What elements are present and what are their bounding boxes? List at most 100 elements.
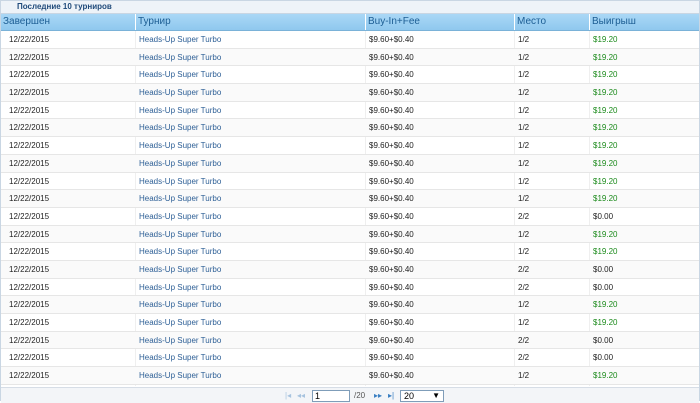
row-buyin: $9.60+$0.40 <box>369 247 414 257</box>
row-tournament-link[interactable]: Heads-Up Super Turbo <box>137 314 221 331</box>
row-tournament-link[interactable]: Heads-Up Super Turbo <box>137 66 221 83</box>
row-winnings: $19.20 <box>593 247 618 257</box>
row-winnings: $19.20 <box>593 318 618 327</box>
col-header-winnings[interactable]: Выигрыш <box>589 14 699 30</box>
row-date: 12/22/2015 <box>9 371 50 381</box>
col-header-place[interactable]: Место <box>514 14 589 30</box>
row-winnings: $0.00 <box>593 282 614 292</box>
row-buyin: $9.60+$0.40 <box>369 371 414 381</box>
row-place: 2/2 <box>518 264 530 274</box>
row-place: 1/2 <box>518 318 530 327</box>
row-date: 12/22/2015 <box>9 247 50 257</box>
row-tournament-link[interactable]: Heads-Up Super Turbo <box>137 190 221 207</box>
row-place: 1/2 <box>518 35 530 44</box>
row-place: 1/2 <box>518 123 530 133</box>
row-winnings: $0.00 <box>593 353 614 363</box>
last-page-icon[interactable]: ▸| <box>388 391 394 401</box>
row-tournament-link[interactable]: Heads-Up Super Turbo <box>137 296 221 313</box>
row-tournament-link[interactable]: Heads-Up Super Turbo <box>137 137 221 154</box>
row-place: 2/2 <box>518 211 530 221</box>
col-header-buyin[interactable]: Buy-In+Fee <box>365 14 514 30</box>
row-date: 12/22/2015 <box>9 353 50 363</box>
row-winnings: $19.20 <box>593 371 618 381</box>
row-winnings: $19.20 <box>593 35 618 44</box>
row-buyin: $9.60+$0.40 <box>369 70 414 80</box>
row-tournament-link[interactable]: Heads-Up Super Turbo <box>137 102 221 119</box>
table-row[interactable]: 12/22/2015 Heads-Up Super Turbo $9.60+$0.4… <box>1 84 699 102</box>
row-tournament-link[interactable]: Heads-Up Super Turbo <box>137 226 221 243</box>
row-tournament-link[interactable]: Heads-Up Super Turbo <box>137 349 221 366</box>
table-row[interactable]: 12/22/2015 Heads-Up Super Turbo $9.60+$0.4… <box>1 154 699 173</box>
row-place: 1/2 <box>518 371 530 381</box>
row-buyin: $9.60+$0.40 <box>369 282 414 292</box>
table-row[interactable]: 12/22/2015 Heads-Up Super Turbo $9.60+$0.4… <box>1 331 699 350</box>
table-row[interactable]: 12/22/2015 Heads-Up Super Turbo $9.60+$0.4… <box>1 137 699 155</box>
row-place: 1/2 <box>518 52 530 62</box>
row-place: 1/2 <box>518 300 530 310</box>
row-tournament-link[interactable]: Heads-Up Super Turbo <box>137 119 221 136</box>
table-row[interactable]: 12/22/2015 Heads-Up Super Turbo $9.60+$0.4… <box>1 314 699 332</box>
row-buyin: $9.60+$0.40 <box>369 229 414 239</box>
row-date: 12/22/2015 <box>9 335 50 345</box>
row-tournament-link[interactable]: Heads-Up Super Turbo <box>137 243 221 260</box>
table-row[interactable]: 12/22/2015 Heads-Up Super Turbo $9.60+$0.4… <box>1 119 699 138</box>
row-tournament-link[interactable]: Heads-Up Super Turbo <box>137 332 221 349</box>
row-buyin: $9.60+$0.40 <box>369 300 414 310</box>
row-tournament-link[interactable]: Heads-Up Super Turbo <box>137 155 221 172</box>
row-buyin: $9.60+$0.40 <box>369 123 414 133</box>
row-tournament-link[interactable]: Heads-Up Super Turbo <box>137 173 221 190</box>
table-row[interactable]: 12/22/2015 Heads-Up Super Turbo $9.60+$0.4… <box>1 243 699 261</box>
col-header-tournament[interactable]: Турнир <box>135 14 365 30</box>
tournament-history-panel: Последние 10 турниров Завершен Турнир Bu… <box>0 0 700 403</box>
first-page-icon[interactable]: |◂ <box>285 391 291 401</box>
row-winnings: $19.20 <box>593 194 618 204</box>
prev-page-icon[interactable]: ◂◂ <box>297 391 305 401</box>
col-header-completed[interactable]: Завершен <box>1 14 135 30</box>
row-winnings: $19.20 <box>593 88 618 98</box>
row-place: 1/2 <box>518 158 530 168</box>
table-row[interactable]: 12/22/2015 Heads-Up Super Turbo $9.60+$0.4… <box>1 190 699 208</box>
table-row[interactable]: 12/22/2015 Heads-Up Super Turbo $9.60+$0.4… <box>1 349 699 368</box>
chevron-down-icon: ▼ <box>432 391 440 400</box>
table-row[interactable]: 12/22/2015 Heads-Up Super Turbo $9.60+$0.4… <box>1 208 699 226</box>
page-number-input[interactable]: 1 <box>312 390 350 402</box>
table-row[interactable]: 12/22/2015 Heads-Up Super Turbo $9.60+$0.4… <box>1 66 699 85</box>
row-tournament-link[interactable]: Heads-Up Super Turbo <box>137 279 221 296</box>
row-winnings: $0.00 <box>593 211 614 221</box>
row-buyin: $9.60+$0.40 <box>369 264 414 274</box>
row-buyin: $9.60+$0.40 <box>369 176 414 186</box>
row-winnings: $0.00 <box>593 335 614 345</box>
row-winnings: $19.20 <box>593 158 618 168</box>
table-row[interactable]: 12/22/2015 Heads-Up Super Turbo $9.60+$0.4… <box>1 279 699 297</box>
row-tournament-link[interactable]: Heads-Up Super Turbo <box>137 49 221 66</box>
row-winnings: $19.20 <box>593 52 618 62</box>
table-row[interactable]: 12/22/2015 Heads-Up Super Turbo $9.60+$0.4… <box>1 260 699 279</box>
row-tournament-link[interactable]: Heads-Up Super Turbo <box>137 208 221 225</box>
row-buyin: $9.60+$0.40 <box>369 52 414 62</box>
table-row[interactable]: 12/22/2015 Heads-Up Super Turbo $9.60+$0.4… <box>1 48 699 67</box>
row-place: 2/2 <box>518 335 530 345</box>
row-tournament-link[interactable]: Heads-Up Super Turbo <box>137 31 221 48</box>
row-place: 2/2 <box>518 282 530 292</box>
page-size-select[interactable]: 20 ▼ <box>400 390 444 402</box>
table-row[interactable]: 12/22/2015 Heads-Up Super Turbo $9.60+$0.4… <box>1 31 699 49</box>
table-row[interactable]: 12/22/2015 Heads-Up Super Turbo $9.60+$0.4… <box>1 296 699 314</box>
table-row[interactable]: 12/22/2015 Heads-Up Super Turbo $9.60+$0.4… <box>1 173 699 191</box>
row-tournament-link[interactable]: Heads-Up Super Turbo <box>137 261 221 278</box>
table-row[interactable]: 12/22/2015 Heads-Up Super Turbo $9.60+$0.4… <box>1 367 699 385</box>
row-tournament-link[interactable]: Heads-Up Super Turbo <box>137 84 221 101</box>
row-tournament-link[interactable]: Heads-Up Super Turbo <box>137 367 221 384</box>
row-date: 12/22/2015 <box>9 318 50 327</box>
table-row[interactable]: 12/22/2015 Heads-Up Super Turbo $9.60+$0.4… <box>1 102 699 120</box>
row-date: 12/22/2015 <box>9 105 50 115</box>
row-date: 12/22/2015 <box>9 35 50 44</box>
next-page-icon[interactable]: ▸▸ <box>374 391 382 401</box>
row-date: 12/22/2015 <box>9 141 50 151</box>
row-date: 12/22/2015 <box>9 194 50 204</box>
row-date: 12/22/2015 <box>9 264 50 274</box>
panel-caption: Последние 10 турниров <box>1 1 699 14</box>
table-row[interactable]: 12/22/2015 Heads-Up Super Turbo $9.60+$0.4… <box>1 225 699 244</box>
row-date: 12/22/2015 <box>9 158 50 168</box>
row-place: 1/2 <box>518 70 530 80</box>
table-body: 12/22/2015 Heads-Up Super Turbo $9.60+$0.4… <box>1 31 699 385</box>
